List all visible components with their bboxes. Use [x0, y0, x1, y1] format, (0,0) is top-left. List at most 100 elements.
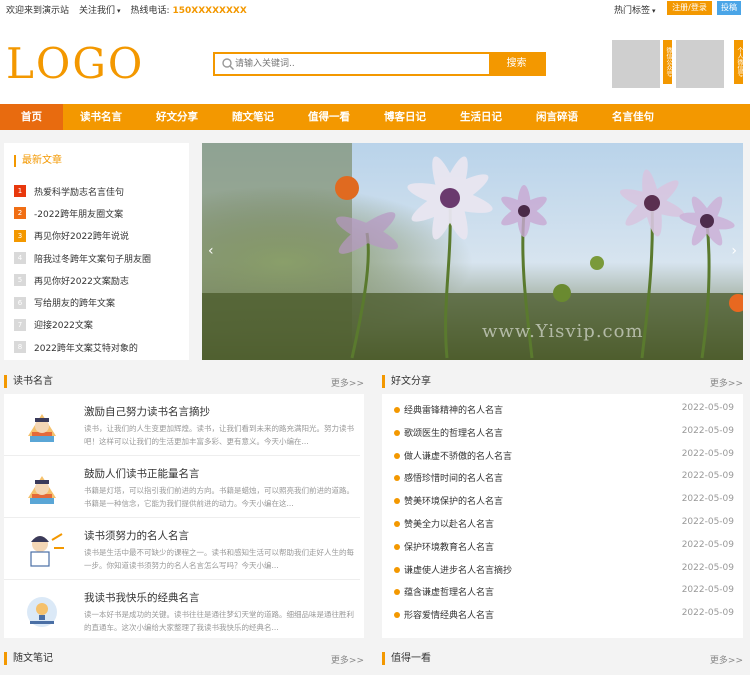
search-box: 搜索	[213, 52, 546, 76]
list-item[interactable]: 赞美环境保护的名人名言 2022-05-09	[394, 492, 734, 515]
list-item[interactable]: 4 陪我过冬跨年文案句子朋友圈	[14, 247, 184, 269]
banner-prev-arrow[interactable]: ‹	[208, 243, 214, 259]
article-link[interactable]: 写给朋友的跨年文案	[34, 296, 115, 309]
list-item[interactable]: 蕴含谦虚哲理名人名言 2022-05-09	[394, 583, 734, 606]
article-link[interactable]: 赞美环境保护的名人名言	[404, 494, 503, 507]
bullet-dot	[394, 589, 400, 596]
bullet-dot	[394, 452, 400, 459]
chevron-down-icon: ▾	[652, 7, 656, 15]
wechat-personal-qr-image	[676, 40, 724, 88]
nav-item-reading-quotes[interactable]: 读书名言	[63, 104, 139, 130]
article-title[interactable]: 鼓励人们读书正能量名言	[84, 466, 200, 481]
more-link[interactable]: 更多>>	[710, 653, 743, 666]
list-item[interactable]: 7 迎接2022文案	[14, 314, 184, 336]
article-link[interactable]: 谦虚使人进步名人名言摘抄	[404, 563, 512, 576]
rank-badge: 8	[14, 341, 26, 354]
article-title[interactable]: 激励自己努力读书名言摘抄	[84, 404, 210, 419]
reading-illustration-icon	[28, 476, 56, 504]
article-link[interactable]: -2022跨年朋友圈文案	[34, 207, 123, 220]
nav-item-life-diary[interactable]: 生活日记	[443, 104, 519, 130]
follow-us-link[interactable]: 关注我们 ▾	[79, 3, 121, 16]
list-item[interactable]: 保护环境教育名人名言 2022-05-09	[394, 538, 734, 561]
article-link[interactable]: 陪我过冬跨年文案句子朋友圈	[34, 252, 151, 265]
banner-image	[202, 143, 743, 360]
article-link[interactable]: 蕴含谦虚哲理名人名言	[404, 585, 494, 598]
article-link[interactable]: 再见你好2022文案励志	[34, 274, 129, 287]
bullet-dot	[394, 475, 400, 482]
banner-next-arrow[interactable]: ›	[731, 243, 737, 259]
section-title: 读书名言	[13, 376, 53, 387]
bullet-dot	[394, 429, 400, 436]
latest-articles-panel: 最新文章 1 热爱科学励志名言佳句 2 -2022跨年朋友圈文案 3 再见你好2022…	[4, 143, 189, 360]
article-link[interactable]: 歌颂医生的哲理名人名言	[404, 426, 503, 439]
list-item[interactable]: 赞美全力以赴名人名言 2022-05-09	[394, 515, 734, 538]
hotline-label: 热线电话:	[130, 6, 170, 16]
section-title: 值得一看	[391, 653, 431, 664]
top-bar: 欢迎来到演示站 关注我们 ▾ 热线电话: 150XXXXXXXX 热门标签 ▾ 注册…	[0, 0, 750, 18]
hero-banner[interactable]: ‹ › www.Yisvip.com	[202, 143, 743, 360]
nav-item-famous-quotes[interactable]: 名言佳句	[595, 104, 671, 130]
list-item[interactable]: 做人谦虚不骄傲的名人名言 2022-05-09	[394, 447, 734, 470]
nav-item-notes[interactable]: 随文笔记	[215, 104, 291, 130]
list-item[interactable]: 6 写给朋友的跨年文案	[14, 291, 184, 313]
list-item[interactable]: 感悟珍惜时间的名人名言 2022-05-09	[394, 469, 734, 492]
hot-tags-label: 热门标签	[614, 6, 651, 16]
list-item[interactable]: 经典雷锋精神的名人名言 2022-05-09	[394, 401, 734, 424]
rank-badge: 2	[14, 207, 26, 220]
list-item[interactable]: 形容爱情经典名人名言 2022-05-09	[394, 606, 734, 629]
search-input[interactable]	[235, 54, 485, 74]
hot-tags-link[interactable]: 热门标签 ▾	[614, 3, 656, 16]
more-link[interactable]: 更多>>	[331, 653, 364, 666]
nav-item-good-articles[interactable]: 好文分享	[139, 104, 215, 130]
article-link[interactable]: 热爱科学励志名言佳句	[34, 185, 124, 198]
list-item[interactable]: 我读书我快乐的经典名言 读一本好书是成功的关键。读书往往是通往梦幻天堂的道路。细…	[4, 584, 360, 642]
rank-badge: 3	[14, 229, 26, 242]
list-item[interactable]: 读书须努力的名人名言 读书是生活中最不可缺少的课程之一。读书和感知生活可以帮助我…	[4, 522, 360, 580]
search-button[interactable]: 搜索	[489, 54, 544, 74]
list-item[interactable]: 鼓励人们读书正能量名言 书籍是灯塔，可以指引我们前进的方向。书籍是蜡烛，可以照亮…	[4, 460, 360, 518]
nav-item-chitchat[interactable]: 闲言碎语	[519, 104, 595, 130]
article-title[interactable]: 读书须努力的名人名言	[84, 528, 189, 543]
list-item[interactable]: 谦虚使人进步名人名言摘抄 2022-05-09	[394, 561, 734, 584]
article-link[interactable]: 做人谦虚不骄傲的名人名言	[404, 449, 512, 462]
search-icon	[222, 58, 235, 71]
bullet-dot	[394, 498, 400, 505]
list-item[interactable]: 8 2022跨年文案艾特对象的	[14, 336, 184, 358]
list-item[interactable]: 5 再见你好2022文案励志	[14, 269, 184, 291]
more-link[interactable]: 更多>>	[331, 376, 364, 389]
follow-us-label: 关注我们	[79, 6, 116, 16]
reading-illustration-icon	[28, 414, 56, 442]
submit-article-button[interactable]: 投稿	[717, 1, 741, 15]
article-link[interactable]: 2022跨年文案艾特对象的	[34, 341, 138, 354]
good-articles-card: 经典雷锋精神的名人名言 2022-05-09 歌颂医生的哲理名人名言 2022-05…	[382, 394, 743, 638]
article-date: 2022-05-09	[681, 608, 734, 619]
article-link[interactable]: 迎接2022文案	[34, 318, 93, 331]
nav-item-worth-reading[interactable]: 值得一看	[291, 104, 367, 130]
list-item[interactable]: 激励自己努力读书名言摘抄 读书，让我们的人生变更加辉煌。读书，让我们看到未来的路…	[4, 398, 360, 456]
article-link[interactable]: 保护环境教育名人名言	[404, 540, 494, 553]
login-button[interactable]: 注册/登录	[667, 1, 712, 15]
article-link[interactable]: 再见你好2022跨年说说	[34, 229, 129, 242]
good-articles-list: 经典雷锋精神的名人名言 2022-05-09 歌颂医生的哲理名人名言 2022-05…	[394, 401, 734, 629]
article-link[interactable]: 经典雷锋精神的名人名言	[404, 403, 503, 416]
article-link[interactable]: 感悟珍惜时间的名人名言	[404, 471, 503, 484]
article-link[interactable]: 形容爱情经典名人名言	[404, 608, 494, 621]
notes-header: 随文笔记 更多>>	[4, 649, 364, 671]
article-title[interactable]: 我读书我快乐的经典名言	[84, 590, 200, 605]
site-logo[interactable]: LOGO	[6, 42, 144, 86]
more-link[interactable]: 更多>>	[710, 376, 743, 389]
hotline: 热线电话: 150XXXXXXXX	[131, 3, 247, 16]
list-item[interactable]: 歌颂医生的哲理名人名言 2022-05-09	[394, 424, 734, 447]
nav-item-blog-diary[interactable]: 博客日记	[367, 104, 443, 130]
main-nav: 首页 读书名言 好文分享 随文笔记 值得一看 博客日记 生活日记 闲言碎语 名言…	[0, 104, 750, 130]
list-item[interactable]: 1 热爱科学励志名言佳句	[14, 180, 184, 202]
article-link[interactable]: 赞美全力以赴名人名言	[404, 517, 494, 530]
section-accent-bar	[4, 375, 7, 388]
chevron-down-icon: ▾	[117, 7, 121, 15]
list-item[interactable]: 3 再见你好2022跨年说说	[14, 225, 184, 247]
list-item[interactable]: 2 -2022跨年朋友圈文案	[14, 202, 184, 224]
nav-item-home[interactable]: 首页	[0, 104, 63, 130]
good-articles-header: 好文分享 更多>>	[382, 372, 743, 394]
bullet-dot	[394, 612, 400, 619]
wechat-personal-tag: 个人微信号	[734, 40, 743, 84]
